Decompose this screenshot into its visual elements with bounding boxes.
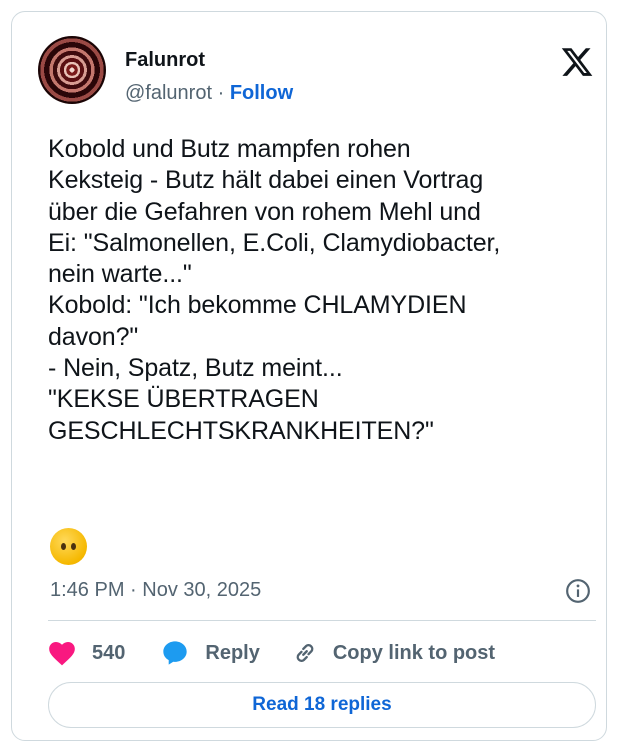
copy-link-label: Copy link to post (332, 641, 496, 664)
divider (48, 620, 596, 621)
like-count: 540 (92, 641, 126, 664)
reply-label: Reply (205, 641, 260, 664)
tweet-text: Kobold und Butz mampfen rohen Keksteig -… (48, 135, 501, 445)
tweet-card: Falunrot @falunrot · Follow Kobold und B… (11, 11, 607, 741)
info-icon[interactable] (565, 578, 591, 604)
reply-button[interactable]: Reply (161, 639, 260, 667)
action-bar: 540 Reply Copy link to post (48, 636, 495, 670)
like-button[interactable]: 540 (48, 640, 125, 666)
heart-icon (49, 642, 75, 666)
author-handle-row: @falunrot · Follow (125, 82, 293, 105)
author-name[interactable]: Falunrot (125, 49, 205, 72)
link-icon (296, 644, 314, 662)
author-handle[interactable]: @falunrot (125, 82, 212, 104)
tweet-timestamp[interactable]: 1:46 PM · Nov 30, 2025 (50, 579, 261, 602)
copy-link-button[interactable]: Copy link to post (291, 639, 495, 667)
separator-dot: · (217, 82, 225, 104)
avatar[interactable] (38, 36, 106, 104)
read-replies-button[interactable]: Read 18 replies (48, 682, 596, 728)
face-without-mouth-emoji-icon (50, 528, 87, 565)
x-logo-icon[interactable] (560, 45, 594, 79)
reply-bubble-icon (163, 641, 188, 665)
follow-link[interactable]: Follow (230, 82, 293, 104)
